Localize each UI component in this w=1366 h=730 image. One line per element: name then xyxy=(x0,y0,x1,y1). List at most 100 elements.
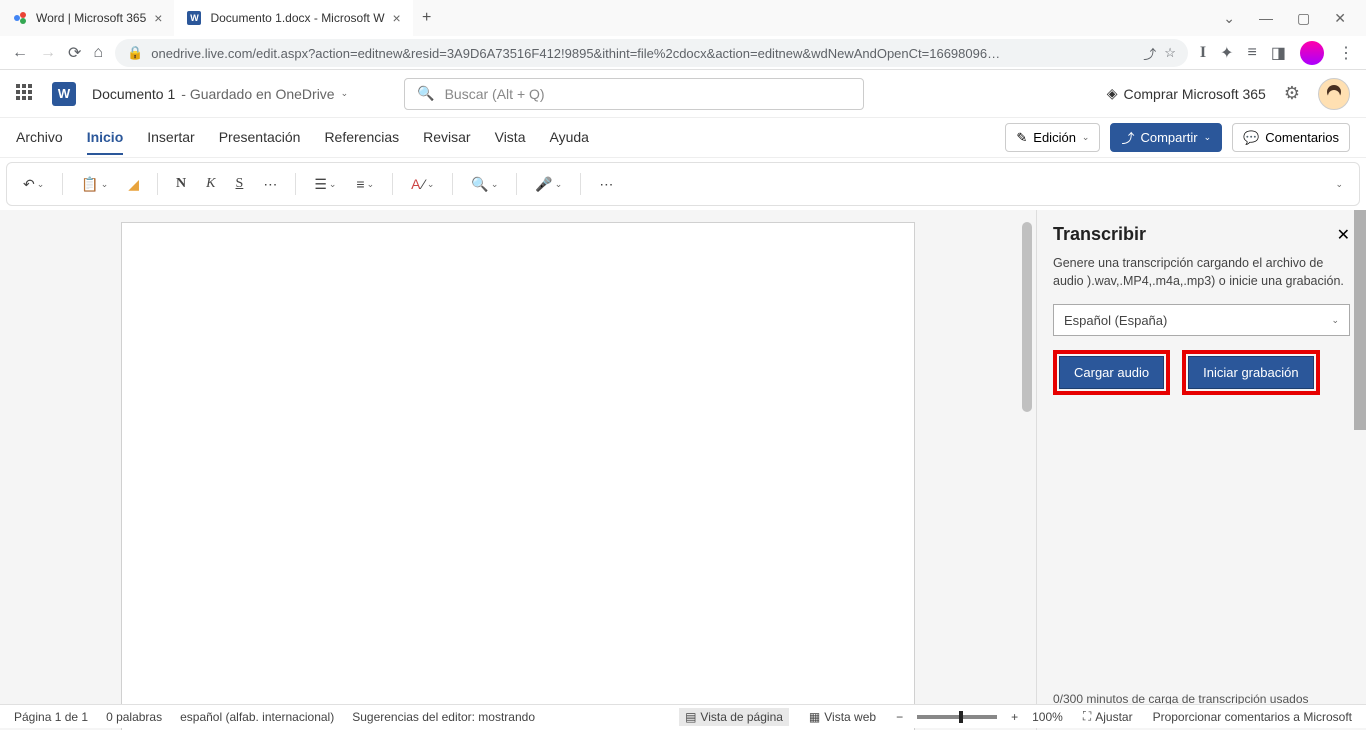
document-title[interactable]: Documento 1 - Guardado en OneDrive ⌄ xyxy=(92,86,348,102)
comments-button[interactable]: 💬 Comentarios xyxy=(1232,123,1350,152)
home-icon[interactable]: ⌂ xyxy=(93,44,103,62)
tab-title: Word | Microsoft 365 xyxy=(36,11,146,25)
app-launcher-icon[interactable] xyxy=(16,84,36,104)
italic-button[interactable]: K xyxy=(200,172,221,196)
close-icon[interactable]: × xyxy=(393,10,401,26)
collapse-ribbon-button[interactable]: ⌄ xyxy=(1329,175,1349,194)
tab-ayuda[interactable]: Ayuda xyxy=(549,121,588,155)
buy-premium-button[interactable]: ◈ Comprar Microsoft 365 xyxy=(1107,85,1266,102)
tab-vista[interactable]: Vista xyxy=(495,121,526,155)
panel-icon[interactable]: ◨ xyxy=(1271,43,1286,63)
editor-status[interactable]: Sugerencias del editor: mostrando xyxy=(352,710,535,724)
window-controls: ⌄ ― ▢ ✕ xyxy=(1223,10,1366,27)
ribbon-tabs: Archivo Inicio Insertar Presentación Ref… xyxy=(16,121,589,155)
language-select[interactable]: Español (España) ⌄ xyxy=(1053,304,1350,336)
main-area: Transcribir ✕ Genere una transcripción c… xyxy=(0,210,1366,730)
bold-button[interactable]: N xyxy=(170,172,192,196)
browser-tab[interactable]: W Documento 1.docx - Microsoft W × xyxy=(174,0,412,36)
tab-inicio[interactable]: Inicio xyxy=(87,121,124,155)
start-recording-button[interactable]: Iniciar grabación xyxy=(1188,356,1313,389)
chevron-down-icon: ⌄ xyxy=(1204,132,1212,143)
minimize-icon[interactable]: ― xyxy=(1259,10,1273,27)
diamond-icon: ◈ xyxy=(1107,85,1118,102)
close-window-icon[interactable]: ✕ xyxy=(1334,10,1346,27)
bullets-button[interactable]: ☰⌄ xyxy=(308,172,342,197)
word-icon: W xyxy=(186,10,202,26)
word-count[interactable]: 0 palabras xyxy=(106,710,162,724)
tab-referencias[interactable]: Referencias xyxy=(324,121,399,155)
settings-icon[interactable]: ⚙ xyxy=(1284,83,1300,104)
page-view-button[interactable]: ▤ Vista de página xyxy=(679,708,789,726)
ext-icon[interactable]: I xyxy=(1200,44,1206,62)
zoom-slider[interactable] xyxy=(917,715,997,719)
lock-icon: 🔒 xyxy=(127,45,143,61)
document-page[interactable] xyxy=(121,222,915,730)
new-tab-button[interactable]: + xyxy=(413,9,441,27)
reload-icon[interactable]: ⟳ xyxy=(68,43,81,63)
zoom-level[interactable]: 100% xyxy=(1032,710,1063,724)
web-view-label: Vista web xyxy=(824,710,876,724)
tab-revisar[interactable]: Revisar xyxy=(423,121,470,155)
word-header: W Documento 1 - Guardado en OneDrive ⌄ 🔍… xyxy=(0,70,1366,118)
web-view-icon: ▦ xyxy=(809,710,820,724)
comment-icon: 💬 xyxy=(1243,130,1259,146)
zoom-out-button[interactable]: − xyxy=(896,710,903,724)
doc-name: Documento 1 xyxy=(92,86,175,102)
styles-button[interactable]: A⁄⌄ xyxy=(405,172,440,196)
document-canvas[interactable] xyxy=(0,210,1036,730)
comments-label: Comentarios xyxy=(1265,130,1339,145)
profile-avatar[interactable] xyxy=(1300,41,1324,65)
fit-button[interactable]: ⛶ Ajustar xyxy=(1077,707,1139,726)
word-logo-icon: W xyxy=(52,82,76,106)
page-view-icon: ▤ xyxy=(685,710,696,724)
tab-title: Documento 1.docx - Microsoft W xyxy=(210,11,384,25)
page-view-label: Vista de página xyxy=(700,710,783,724)
zoom-in-button[interactable]: + xyxy=(1011,710,1018,724)
more-font-button[interactable]: ⋯ xyxy=(257,172,283,197)
undo-button[interactable]: ↶⌄ xyxy=(17,172,50,197)
page-count[interactable]: Página 1 de 1 xyxy=(14,710,88,724)
search-icon: 🔍 xyxy=(417,85,434,102)
underline-button[interactable]: S xyxy=(230,172,250,196)
align-button[interactable]: ≡⌄ xyxy=(350,172,380,196)
tab-archivo[interactable]: Archivo xyxy=(16,121,63,155)
edit-mode-button[interactable]: ✎ Edición ⌄ xyxy=(1005,123,1100,152)
web-view-button[interactable]: ▦ Vista web xyxy=(803,708,882,726)
upload-audio-button[interactable]: Cargar audio xyxy=(1059,356,1164,389)
search-input[interactable]: 🔍 Buscar (Alt + Q) xyxy=(404,78,864,110)
tab-bar: Word | Microsoft 365 × W Documento 1.doc… xyxy=(0,0,1366,36)
maximize-icon[interactable]: ▢ xyxy=(1297,10,1310,27)
nav-bar: ← → ⟳ ⌂ 🔒 onedrive.live.com/edit.aspx?ac… xyxy=(0,36,1366,70)
user-avatar[interactable] xyxy=(1318,78,1350,110)
status-bar: Página 1 de 1 0 palabras español (alfab.… xyxy=(0,704,1366,728)
language-status[interactable]: español (alfab. internacional) xyxy=(180,710,334,724)
forward-icon[interactable]: → xyxy=(40,44,56,62)
close-icon[interactable]: × xyxy=(154,10,162,26)
paste-button[interactable]: 📋⌄ xyxy=(75,172,114,197)
dictate-button[interactable]: 🎤⌄ xyxy=(529,172,568,197)
transcribe-panel: Transcribir ✕ Genere una transcripción c… xyxy=(1036,210,1366,730)
more-button[interactable]: ⋯ xyxy=(593,172,619,197)
format-painter-button[interactable]: ◢ xyxy=(122,172,145,197)
office-icon xyxy=(12,10,28,26)
chevron-down-icon[interactable]: ⌄ xyxy=(341,88,349,99)
extensions-icon[interactable]: ✦ xyxy=(1220,43,1233,63)
list-icon[interactable]: ≡ xyxy=(1248,44,1257,62)
chevron-down-icon[interactable]: ⌄ xyxy=(1223,10,1235,27)
share-button[interactable]: ⤴ Compartir ⌄ xyxy=(1110,123,1222,152)
chevron-down-icon: ⌄ xyxy=(1331,315,1339,326)
panel-scrollbar[interactable] xyxy=(1354,210,1366,430)
browser-chrome: Word | Microsoft 365 × W Documento 1.doc… xyxy=(0,0,1366,70)
tab-insertar[interactable]: Insertar xyxy=(147,121,194,155)
share-icon[interactable]: ⤴ xyxy=(1143,44,1156,63)
menu-icon[interactable]: ⋮ xyxy=(1338,43,1354,63)
find-button[interactable]: 🔍⌄ xyxy=(465,172,504,197)
back-icon[interactable]: ← xyxy=(12,44,28,62)
tab-presentacion[interactable]: Presentación xyxy=(219,121,301,155)
close-panel-button[interactable]: ✕ xyxy=(1337,225,1350,245)
feedback-link[interactable]: Proporcionar comentarios a Microsoft xyxy=(1153,710,1352,724)
url-bar[interactable]: 🔒 onedrive.live.com/edit.aspx?action=edi… xyxy=(115,39,1188,67)
star-icon[interactable]: ☆ xyxy=(1164,45,1176,61)
browser-tab[interactable]: Word | Microsoft 365 × xyxy=(0,0,174,36)
scrollbar-thumb[interactable] xyxy=(1022,222,1032,412)
